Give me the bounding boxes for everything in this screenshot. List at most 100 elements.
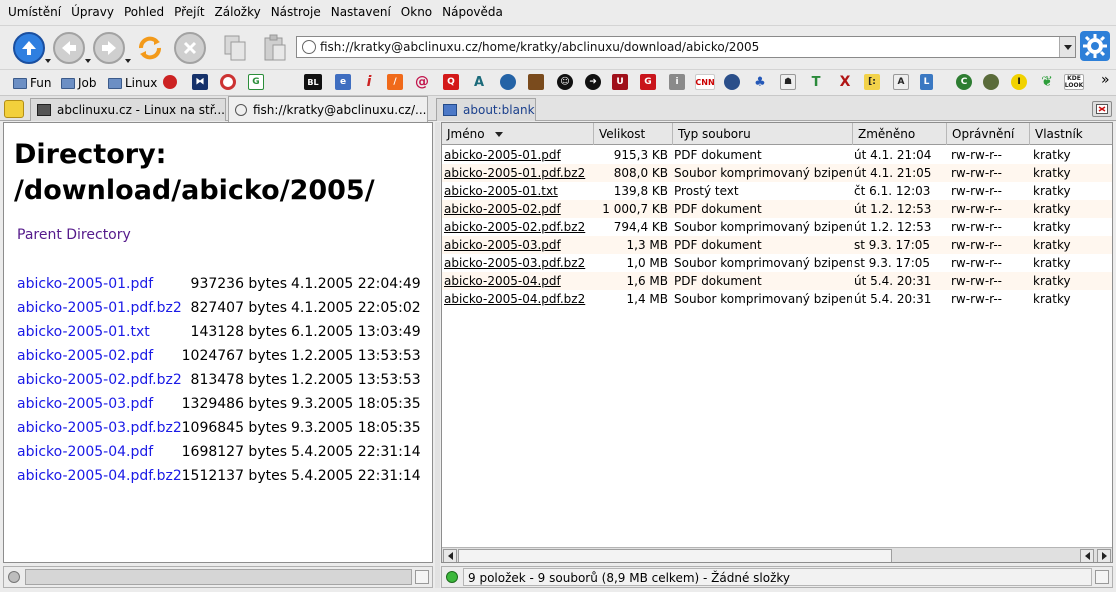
bookmark-folder-fun[interactable]: Fun <box>13 74 51 92</box>
view-link-checkbox[interactable] <box>1095 570 1109 584</box>
stop-button[interactable] <box>173 31 207 65</box>
swirl-icon[interactable]: @ <box>414 74 430 90</box>
table-row[interactable]: abicko-2005-04.pdf 1,6 MB PDF dokument út 5… <box>442 272 1112 290</box>
g-icon[interactable]: G <box>248 74 264 90</box>
slash-icon[interactable]: / <box>387 74 403 90</box>
file-link[interactable]: abicko-2005-03.pdf <box>17 392 153 416</box>
bracket-icon[interactable]: [: <box>864 74 880 90</box>
back-button[interactable] <box>52 31 86 65</box>
cell-name[interactable]: abicko-2005-03.pdf.bz2 <box>444 254 592 272</box>
paste-button[interactable] <box>258 31 292 65</box>
i-yellow-icon[interactable]: I <box>1011 74 1027 90</box>
table-row[interactable]: abicko-2005-04.pdf.bz2 1,4 MB Soubor kompr… <box>442 290 1112 308</box>
file-link[interactable]: abicko-2005-02.pdf.bz2 <box>17 368 182 392</box>
menu-settings[interactable]: Nastavení <box>326 0 396 25</box>
seed-icon[interactable] <box>983 74 999 90</box>
close-tab-button[interactable] <box>1092 101 1112 117</box>
g-red-icon[interactable]: G <box>640 74 656 90</box>
table-row[interactable]: abicko-2005-03.pdf 1,3 MB PDF dokument st 9… <box>442 236 1112 254</box>
cell-name[interactable]: abicko-2005-03.pdf <box>444 236 592 254</box>
new-tab-icon[interactable] <box>4 100 24 118</box>
scroll-left-button-2[interactable] <box>1080 549 1094 562</box>
u-icon[interactable]: U <box>612 74 628 90</box>
parent-directory-link[interactable]: Parent Directory <box>17 227 131 243</box>
scrollbar-thumb[interactable] <box>458 549 892 562</box>
menu-window[interactable]: Okno <box>396 0 437 25</box>
c-icon[interactable]: C <box>956 74 972 90</box>
cart-icon[interactable] <box>528 74 544 90</box>
search-icon[interactable]: Q <box>443 74 459 90</box>
cnn-icon[interactable]: CNN <box>695 74 715 90</box>
file-link[interactable]: abicko-2005-04.pdf <box>17 440 153 464</box>
cell-name[interactable]: abicko-2005-04.pdf.bz2 <box>444 290 592 308</box>
cell-name[interactable]: abicko-2005-04.pdf <box>444 272 592 290</box>
file-link[interactable]: abicko-2005-01.pdf.bz2 <box>17 296 182 320</box>
scroll-left-button[interactable] <box>443 549 457 562</box>
pane-splitter[interactable] <box>435 122 440 588</box>
e-icon[interactable]: e <box>335 74 351 90</box>
reload-button[interactable] <box>133 31 167 65</box>
menu-go[interactable]: Přejít <box>169 0 209 25</box>
bl-icon[interactable]: BL <box>304 74 322 90</box>
arrow-circle-icon[interactable]: ➜ <box>585 74 601 90</box>
back-dropdown-icon[interactable] <box>85 59 91 63</box>
file-link[interactable]: abicko-2005-02.pdf <box>17 344 153 368</box>
smiley-icon[interactable]: ☺ <box>557 74 573 90</box>
column-header-modified[interactable]: Změněno <box>853 123 947 145</box>
file-link[interactable]: abicko-2005-03.pdf.bz2 <box>17 416 182 440</box>
table-row[interactable]: abicko-2005-01.pdf.bz2 808,0 KB Soubor kom… <box>442 164 1112 182</box>
column-header-size[interactable]: Velikost <box>594 123 673 145</box>
bookmark-folder-job[interactable]: Job <box>61 74 97 92</box>
i-icon[interactable]: i <box>669 74 685 90</box>
tab-abclinuxu[interactable]: abclinuxu.cz - Linux na stř... <box>30 98 226 121</box>
table-row[interactable]: abicko-2005-01.pdf 915,3 KB PDF dokument út… <box>442 146 1112 164</box>
x-icon[interactable]: X <box>837 74 853 90</box>
menu-tools[interactable]: Nástroje <box>266 0 326 25</box>
horizontal-scrollbar[interactable] <box>442 547 1112 562</box>
a-icon[interactable]: A <box>471 74 487 90</box>
forward-dropdown-icon[interactable] <box>125 59 131 63</box>
file-link[interactable]: abicko-2005-01.pdf <box>17 272 153 296</box>
more-bookmarks-button[interactable]: » <box>1101 72 1110 88</box>
info-icon[interactable]: i <box>361 74 377 90</box>
up-dropdown-icon[interactable] <box>45 59 51 63</box>
leaf-icon[interactable]: ❦ <box>1039 74 1055 90</box>
bookmark-folder-linux[interactable]: Linux <box>108 74 157 92</box>
view-link-checkbox[interactable] <box>415 570 429 584</box>
pen-icon[interactable] <box>163 75 177 89</box>
menu-edit[interactable]: Úpravy <box>66 0 119 25</box>
linux-icon[interactable]: A <box>893 74 909 90</box>
cell-name[interactable]: abicko-2005-01.pdf <box>444 146 592 164</box>
config-button[interactable] <box>1078 29 1112 63</box>
file-link[interactable]: abicko-2005-01.txt <box>17 320 150 344</box>
cell-name[interactable]: abicko-2005-01.txt <box>444 182 592 200</box>
bowtie-icon[interactable]: ⧓ <box>192 74 208 90</box>
column-header-permissions[interactable]: Oprávnění <box>947 123 1030 145</box>
up-button[interactable] <box>12 31 46 65</box>
table-row[interactable]: abicko-2005-01.txt 139,8 KB Prostý text čt … <box>442 182 1112 200</box>
folder-l-icon[interactable]: L <box>920 74 933 90</box>
t-icon[interactable]: T <box>808 74 824 90</box>
foot-icon[interactable]: ♣ <box>752 74 768 90</box>
globe-icon[interactable] <box>500 74 516 90</box>
target-icon[interactable] <box>220 74 236 90</box>
url-history-dropdown[interactable] <box>1059 37 1075 57</box>
column-header-name[interactable]: Jméno <box>442 123 594 145</box>
column-header-type[interactable]: Typ souboru <box>673 123 853 145</box>
table-row[interactable]: abicko-2005-02.pdf 1 000,7 KB PDF dokument… <box>442 200 1112 218</box>
url-field[interactable]: fish://kratky@abclinuxu.cz/home/kratky/a… <box>296 36 1076 58</box>
kde-look-icon[interactable]: KDE LOOK <box>1064 74 1084 90</box>
forward-button[interactable] <box>92 31 126 65</box>
cell-name[interactable]: abicko-2005-02.pdf.bz2 <box>444 218 592 236</box>
tab-about-blank[interactable]: about:blank <box>436 98 536 121</box>
column-header-owner[interactable]: Vlastník <box>1030 123 1112 145</box>
table-row[interactable]: abicko-2005-03.pdf.bz2 1,0 MB Soubor kompr… <box>442 254 1112 272</box>
menu-location[interactable]: Umístění <box>3 0 66 25</box>
tab-fish[interactable]: fish://kratky@abclinuxu.cz/... <box>228 96 428 122</box>
cursor-icon[interactable] <box>724 74 740 90</box>
menu-bookmarks[interactable]: Záložky <box>210 0 266 25</box>
scroll-right-button[interactable] <box>1097 549 1111 562</box>
menu-help[interactable]: Nápověda <box>437 0 508 25</box>
url-text[interactable]: fish://kratky@abclinuxu.cz/home/kratky/a… <box>320 40 1059 54</box>
menu-view[interactable]: Pohled <box>119 0 169 25</box>
